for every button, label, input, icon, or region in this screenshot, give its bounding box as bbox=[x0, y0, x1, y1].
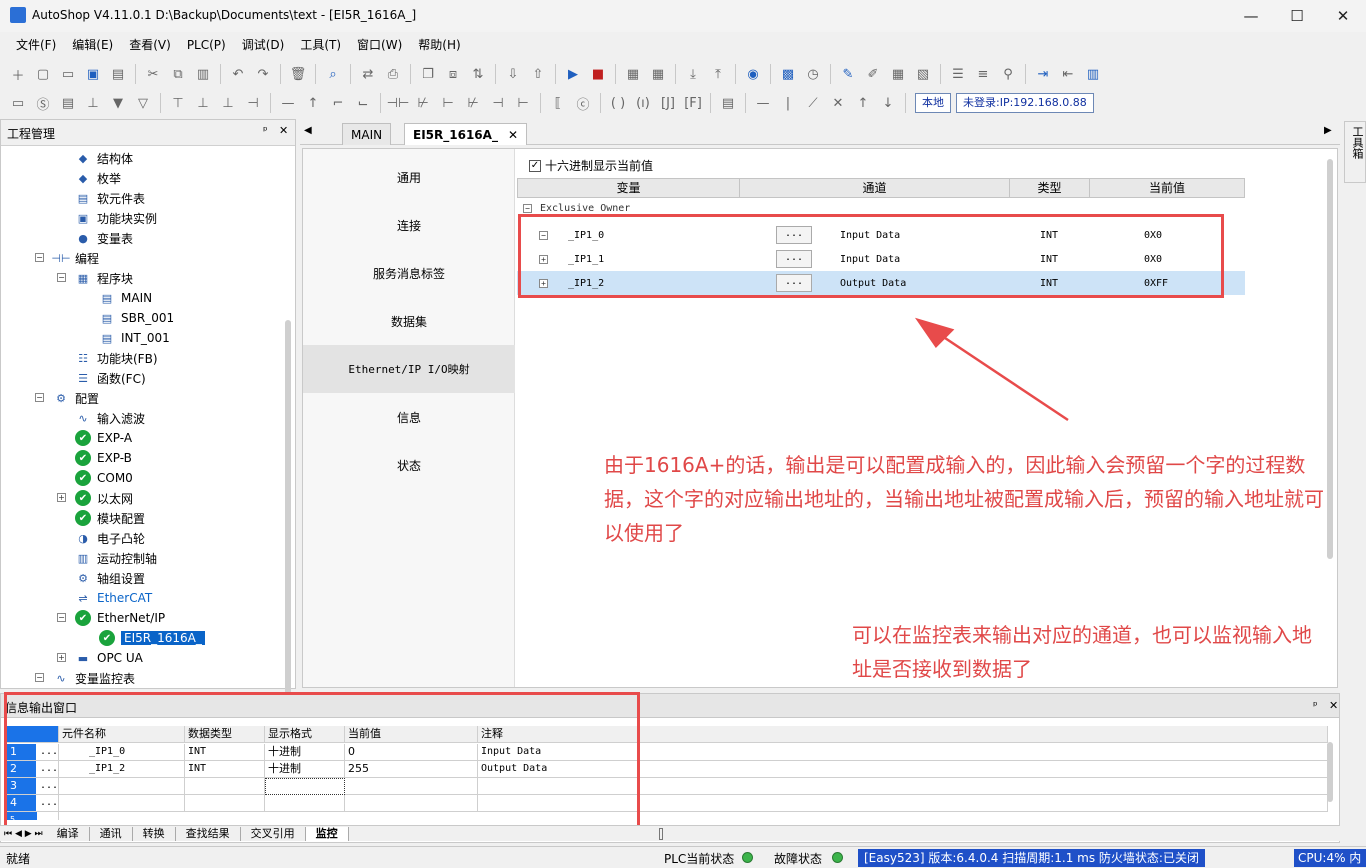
cpu-usage: CPU:4% 内 bbox=[1294, 849, 1366, 867]
highlight-box bbox=[4, 692, 640, 828]
fault-state-led-icon bbox=[832, 852, 843, 863]
plc-state-label: PLC当前状态 bbox=[664, 852, 735, 866]
tab-convert[interactable]: 转换 bbox=[133, 826, 176, 841]
status-ready: 就绪 bbox=[6, 852, 31, 866]
tab-comm[interactable]: 通讯 bbox=[90, 826, 133, 841]
close-icon[interactable]: ✕ bbox=[1329, 699, 1338, 712]
annotation-note-1: 由于1616A+的话，输出是可以配置成输入的，因此输入会预留一个字的过程数据，这… bbox=[604, 453, 1324, 545]
toolbox-tab[interactable]: 工具箱 bbox=[1344, 121, 1366, 183]
tab-first-icon[interactable]: ⏮ ◀ ▶ ⏭ bbox=[0, 829, 47, 839]
tab-monitor[interactable]: 监控 bbox=[305, 826, 349, 841]
arrow-head-1 bbox=[914, 317, 955, 348]
plc-state-led-icon bbox=[742, 852, 753, 863]
output-tabs: ⏮ ◀ ▶ ⏭ 编译 通讯 转换 查找结果 交叉引用 监控 bbox=[0, 825, 1340, 841]
grid-scrollbar[interactable] bbox=[1327, 742, 1333, 802]
pin-icon[interactable]: ᵖ bbox=[1313, 699, 1318, 712]
tab-find-results[interactable]: 查找结果 bbox=[176, 826, 241, 841]
status-bar: 就绪 PLC当前状态 故障状态 [Easy523] 版本:6.4.0.4 扫描周… bbox=[0, 846, 1366, 868]
annotation-note-2: 可以在监控表来输出对应的通道，也可以监视输入地址是否接收到数据了 bbox=[852, 623, 1312, 681]
hscroll-thumb[interactable] bbox=[658, 827, 663, 840]
fault-state-label: 故障状态 bbox=[774, 852, 823, 866]
tab-cross-ref[interactable]: 交叉引用 bbox=[241, 826, 306, 841]
arrow-line-1 bbox=[929, 326, 1069, 422]
tab-compile[interactable]: 编译 bbox=[47, 826, 90, 841]
plc-info: [Easy523] 版本:6.4.0.4 扫描周期:1.1 ms 防火墙状态:已… bbox=[858, 849, 1205, 867]
